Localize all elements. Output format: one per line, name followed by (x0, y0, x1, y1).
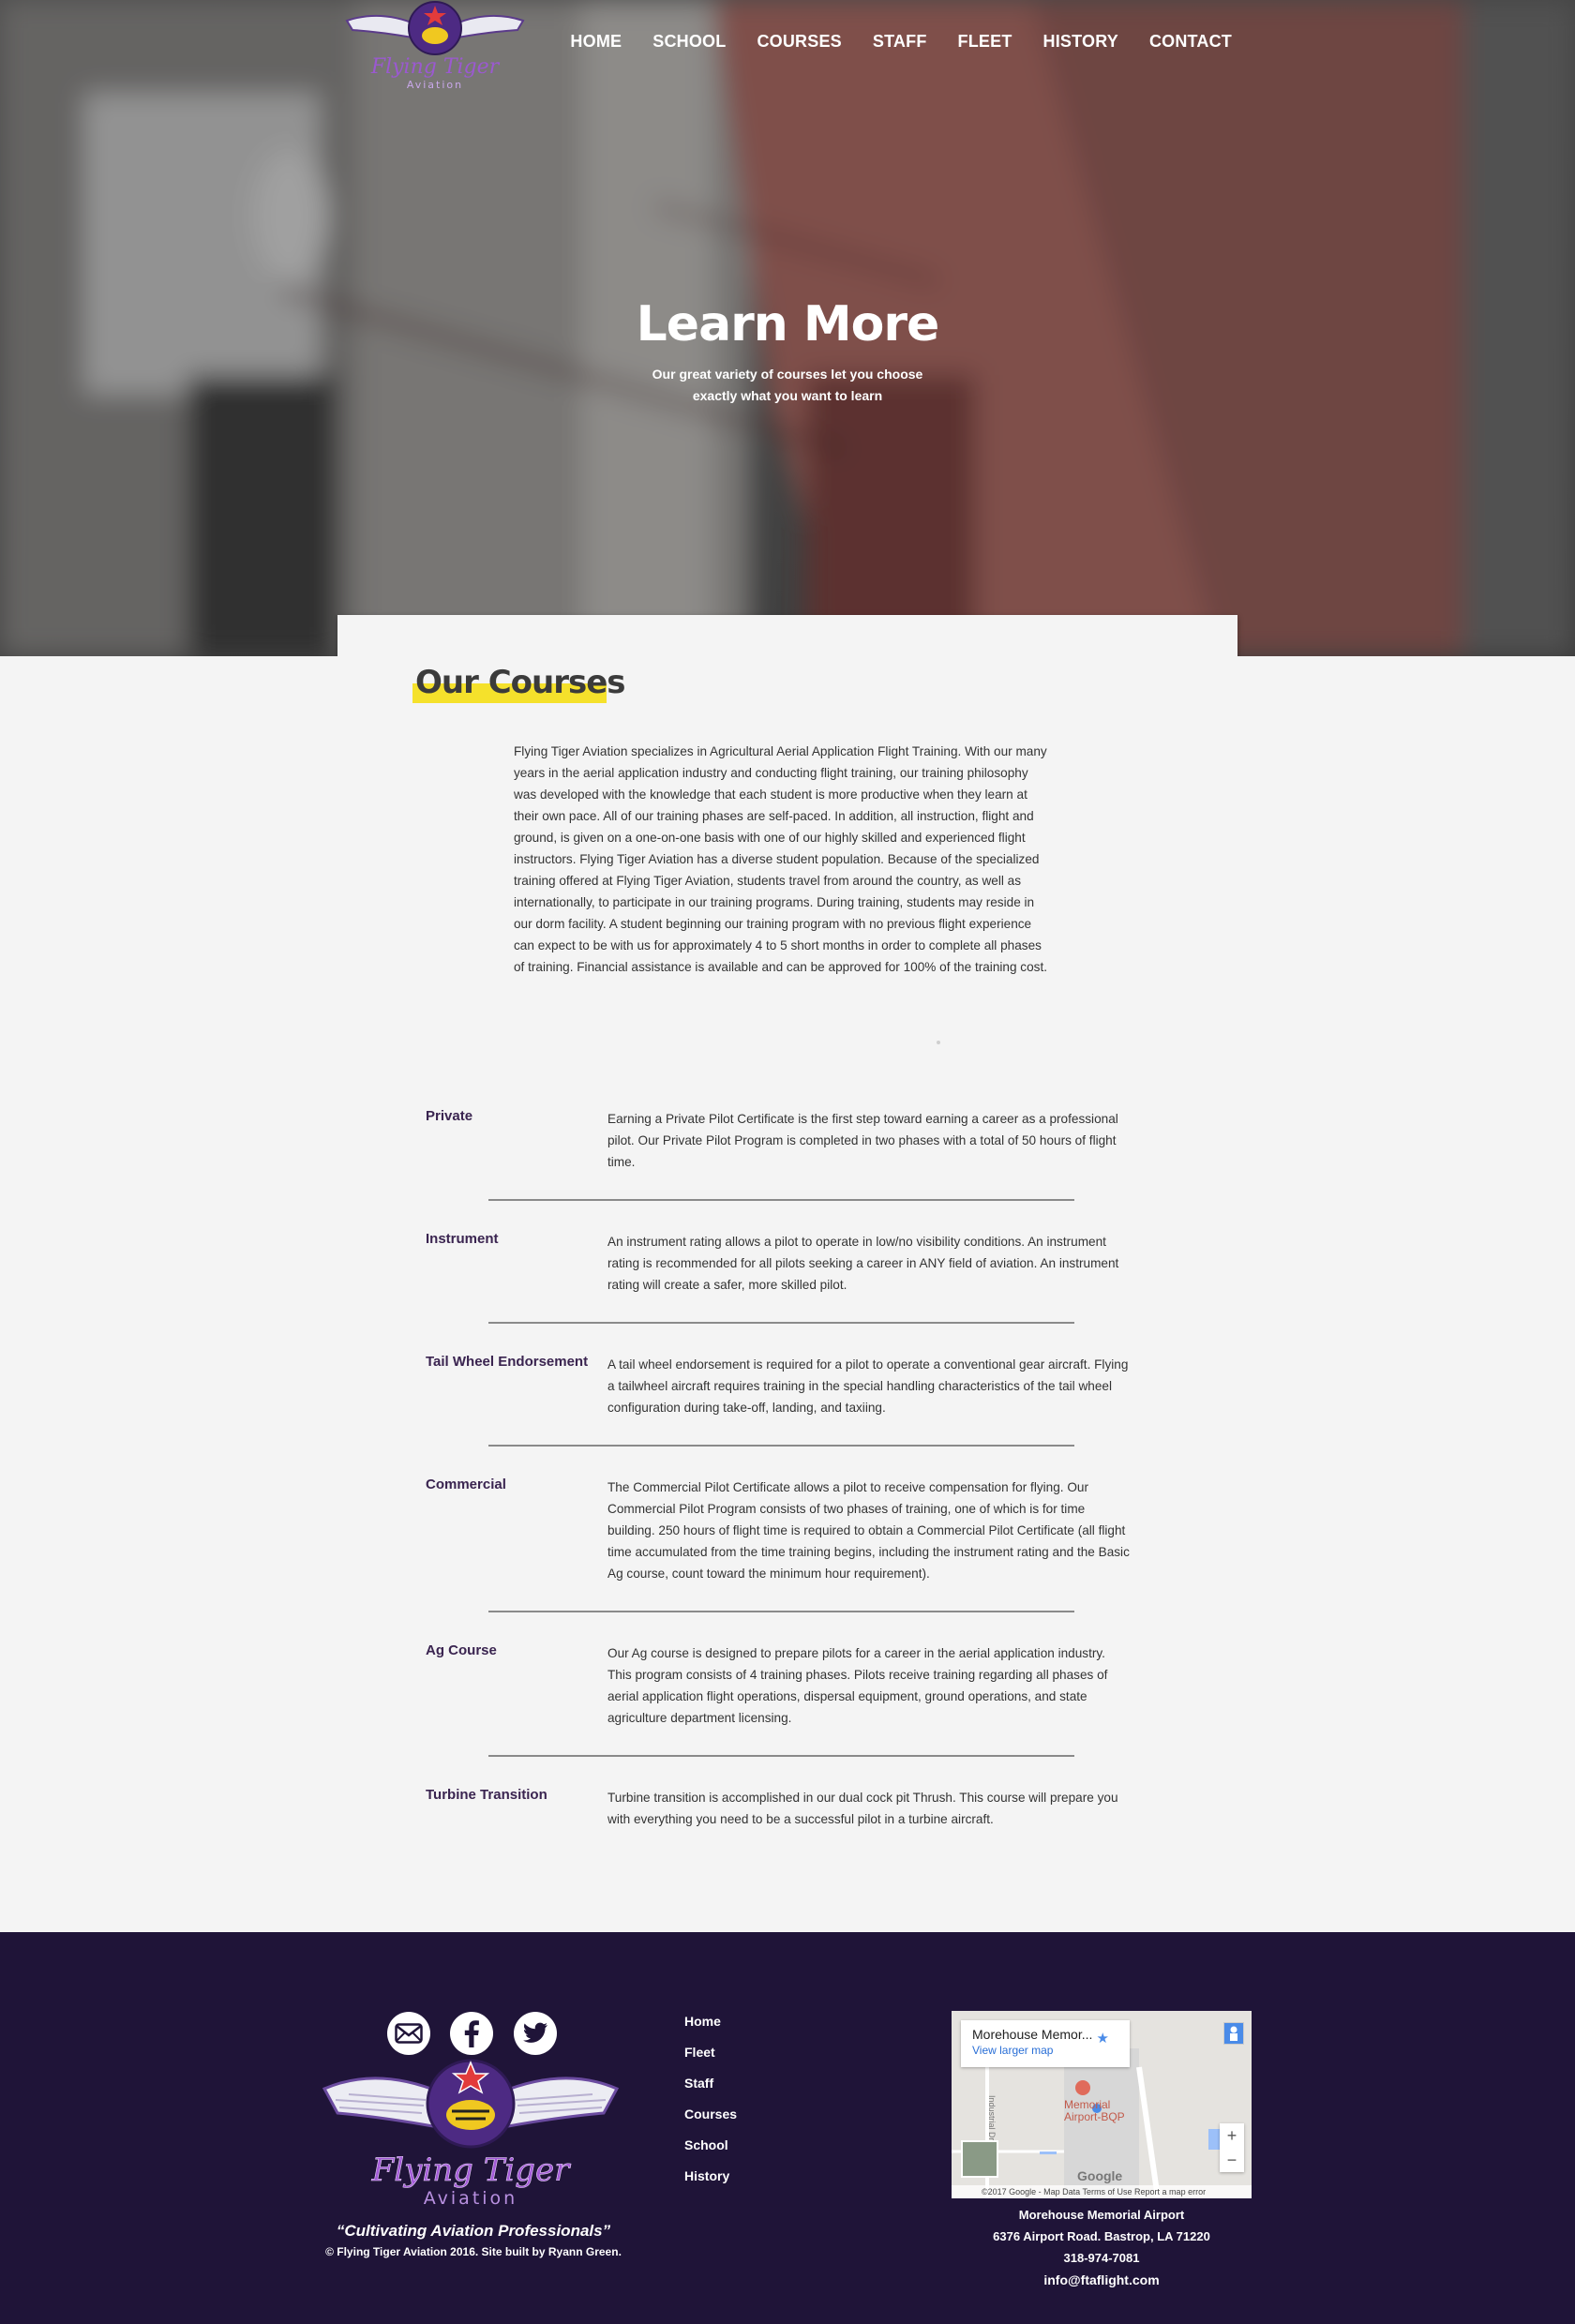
footer-logo-wordmark: Flying Tiger (371, 2152, 571, 2189)
footer-link-school[interactable]: School (684, 2137, 737, 2168)
map-pin-label: Memorial Airport-BQP (1064, 2099, 1125, 2123)
logo-subtext: Aviation (407, 79, 463, 91)
address-name: Morehouse Memorial Airport (1018, 2208, 1185, 2222)
course-description: Turbine transition is accomplished in ou… (608, 1791, 1118, 1826)
hero-title: Learn More (636, 296, 940, 352)
nav-school[interactable]: SCHOOL (652, 32, 726, 52)
hero-subtitle: Our great variety of courses let you cho… (652, 367, 923, 403)
embedded-map[interactable]: Industrial Dr Memorial Airport-BQP Moreh… (952, 2011, 1252, 2198)
footer-links: Home Fleet Staff Courses School History (684, 2014, 737, 2199)
copyright-text: © Flying Tiger Aviation 2016. Site built… (325, 2245, 548, 2258)
main-nav: HOME SCHOOL COURSES STAFF FLEET HISTORY … (539, 32, 1232, 52)
footer-logo-subtext: Aviation (424, 2188, 518, 2209)
logo-wordmark: Flying Tiger (370, 55, 501, 79)
zoom-out-button[interactable]: − (1220, 2148, 1244, 2172)
map-street-label: Industrial Dr (987, 2095, 997, 2141)
flying-tiger-logo[interactable]: Flying Tiger Aviation (343, 0, 527, 94)
email-social-button[interactable] (387, 2012, 430, 2055)
course-divider (488, 1611, 1074, 1612)
map-attribution: ©2017 Google - Map Data Terms of Use Rep… (952, 2185, 1252, 2198)
course-divider (488, 1445, 1074, 1447)
course-description: An instrument rating allows a pilot to o… (608, 1235, 1119, 1292)
street-view-pegman-icon[interactable] (1223, 2022, 1244, 2045)
address-street: 6376 Airport Road. Bastrop, LA 71220 (993, 2229, 1210, 2243)
course-description: A tail wheel endorsement is required for… (608, 1357, 1129, 1415)
footer-link-staff[interactable]: Staff (684, 2076, 737, 2107)
nav-contact[interactable]: CONTACT (1149, 32, 1232, 52)
map-pin-label-line2: Airport-BQP (1064, 2110, 1125, 2123)
nav-courses[interactable]: COURSES (757, 32, 841, 52)
footer-link-home[interactable]: Home (684, 2014, 737, 2045)
zoom-in-button[interactable]: + (1220, 2123, 1244, 2148)
nav-history[interactable]: HISTORY (1043, 32, 1118, 52)
footer (0, 1932, 1575, 2324)
twitter-social-button[interactable] (514, 2012, 557, 2055)
footer-link-fleet[interactable]: Fleet (684, 2045, 737, 2076)
envelope-icon (395, 2023, 423, 2044)
map-zoom-control: + − (1220, 2123, 1244, 2172)
section-heading: Our Courses (415, 664, 626, 701)
decorative-dot (937, 1041, 940, 1044)
footer-tagline: “Cultivating Aviation Professionals” (336, 2222, 611, 2240)
footer-link-courses[interactable]: Courses (684, 2107, 737, 2137)
satellite-toggle[interactable] (961, 2140, 998, 2178)
google-logo: Google (1077, 2168, 1123, 2183)
footer-link-history[interactable]: History (684, 2168, 737, 2199)
nav-home[interactable]: HOME (570, 32, 622, 52)
course-description: The Commercial Pilot Certificate allows … (608, 1480, 1130, 1581)
course-description: Earning a Private Pilot Certificate is t… (608, 1112, 1118, 1169)
facebook-social-button[interactable] (450, 2012, 493, 2055)
footer-flying-tiger-logo: Flying Tiger Aviation (322, 2059, 620, 2209)
course-divider (488, 1199, 1074, 1201)
copyright-author: Ryann Green. (548, 2245, 622, 2258)
map-info-card: Morehouse Memor... View larger map ★ (961, 2020, 1130, 2067)
course-name: Private (426, 1108, 473, 1124)
nav-fleet[interactable]: FLEET (958, 32, 1012, 52)
address-email[interactable]: info@ftaflight.com (952, 2272, 1252, 2287)
course-description: Our Ag course is designed to prepare pil… (608, 1646, 1108, 1725)
course-name: Ag Course (426, 1642, 497, 1658)
course-divider (488, 1755, 1074, 1757)
footer-copyright: © Flying Tiger Aviation 2016. Site built… (281, 2245, 666, 2258)
course-name: Tail Wheel Endorsement (426, 1354, 589, 1370)
course-divider (488, 1322, 1074, 1324)
course-name: Commercial (426, 1477, 506, 1492)
star-icon[interactable]: ★ (1097, 2030, 1109, 2047)
intro-paragraph: Flying Tiger Aviation specializes in Agr… (514, 744, 1048, 974)
twitter-bird-icon (523, 2022, 548, 2043)
facebook-icon (464, 2020, 479, 2047)
course-name: Turbine Transition (426, 1787, 548, 1803)
nav-staff[interactable]: STAFF (873, 32, 927, 52)
address-phone: 318-974-7081 (1063, 2251, 1140, 2265)
course-name: Instrument (426, 1231, 499, 1247)
